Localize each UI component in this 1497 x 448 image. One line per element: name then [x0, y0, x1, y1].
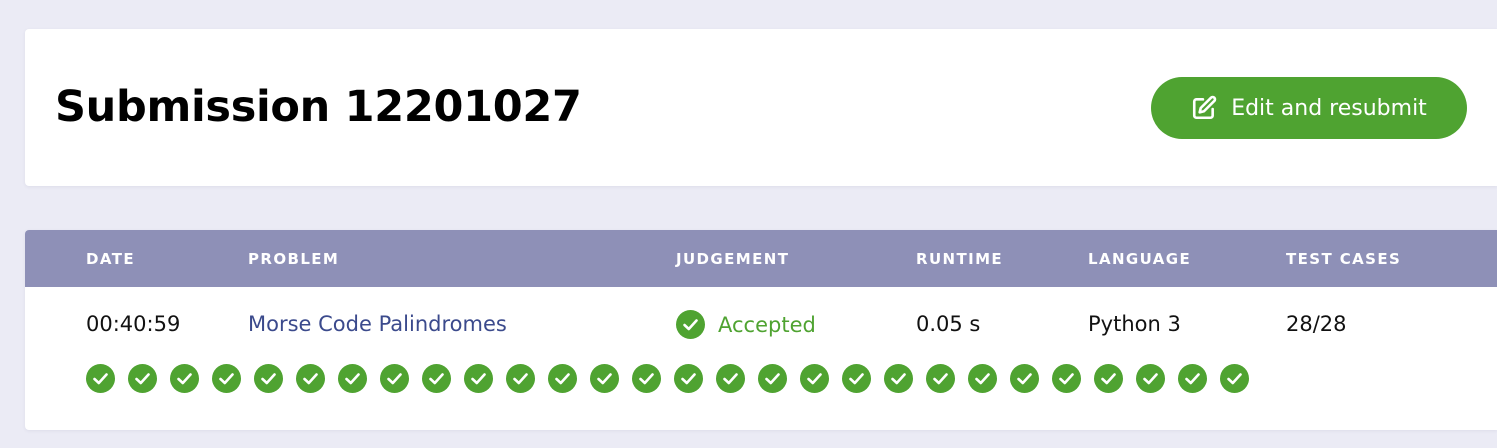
test-case-10-check-icon[interactable]	[464, 364, 493, 393]
test-case-28-check-icon[interactable]	[1220, 364, 1249, 393]
edit-and-resubmit-button[interactable]: Edit and resubmit	[1151, 77, 1467, 139]
test-case-4-check-icon[interactable]	[212, 364, 241, 393]
test-case-12-check-icon[interactable]	[548, 364, 577, 393]
column-header-problem: PROBLEM	[248, 250, 340, 268]
test-case-15-check-icon[interactable]	[674, 364, 703, 393]
page-title: Submission 12201027	[55, 82, 582, 132]
test-case-18-check-icon[interactable]	[800, 364, 829, 393]
test-case-16-check-icon[interactable]	[716, 364, 745, 393]
test-case-19-check-icon[interactable]	[842, 364, 871, 393]
test-case-1-check-icon[interactable]	[86, 364, 115, 393]
test-case-3-check-icon[interactable]	[170, 364, 199, 393]
test-case-25-check-icon[interactable]	[1094, 364, 1123, 393]
test-cases-value: 28/28	[1286, 312, 1347, 336]
test-case-13-check-icon[interactable]	[590, 364, 619, 393]
language-value: Python 3	[1088, 312, 1181, 336]
submission-date: 00:40:59	[86, 312, 181, 336]
judgement-status: Accepted	[676, 310, 816, 339]
submission-table: DATE PROBLEM JUDGEMENT RUNTIME LANGUAGE …	[25, 230, 1497, 430]
test-case-26-check-icon[interactable]	[1136, 364, 1165, 393]
column-header-language: LANGUAGE	[1088, 250, 1192, 268]
test-case-17-check-icon[interactable]	[758, 364, 787, 393]
test-case-9-check-icon[interactable]	[422, 364, 451, 393]
check-circle-icon	[676, 310, 705, 339]
column-header-judgement: JUDGEMENT	[676, 250, 790, 268]
test-case-23-check-icon[interactable]	[1010, 364, 1039, 393]
test-case-24-check-icon[interactable]	[1052, 364, 1081, 393]
edit-icon	[1191, 95, 1217, 121]
test-case-20-check-icon[interactable]	[884, 364, 913, 393]
column-header-date: DATE	[86, 250, 135, 268]
table-header-row: DATE PROBLEM JUDGEMENT RUNTIME LANGUAGE …	[25, 230, 1497, 287]
test-case-22-check-icon[interactable]	[968, 364, 997, 393]
test-case-5-check-icon[interactable]	[254, 364, 283, 393]
test-case-6-check-icon[interactable]	[296, 364, 325, 393]
test-case-21-check-icon[interactable]	[926, 364, 955, 393]
problem-link[interactable]: Morse Code Palindromes	[248, 312, 507, 336]
column-header-test-cases: TEST CASES	[1286, 250, 1402, 268]
test-case-11-check-icon[interactable]	[506, 364, 535, 393]
test-case-27-check-icon[interactable]	[1178, 364, 1207, 393]
test-case-7-check-icon[interactable]	[338, 364, 367, 393]
edit-button-label: Edit and resubmit	[1231, 95, 1427, 121]
column-header-runtime: RUNTIME	[916, 250, 1004, 268]
test-case-results	[86, 364, 1249, 393]
test-case-8-check-icon[interactable]	[380, 364, 409, 393]
runtime-value: 0.05 s	[916, 312, 981, 336]
test-case-2-check-icon[interactable]	[128, 364, 157, 393]
test-case-14-check-icon[interactable]	[632, 364, 661, 393]
submission-header-card: Submission 12201027 Edit and resubmit	[25, 29, 1497, 186]
judgement-label: Accepted	[718, 312, 816, 337]
